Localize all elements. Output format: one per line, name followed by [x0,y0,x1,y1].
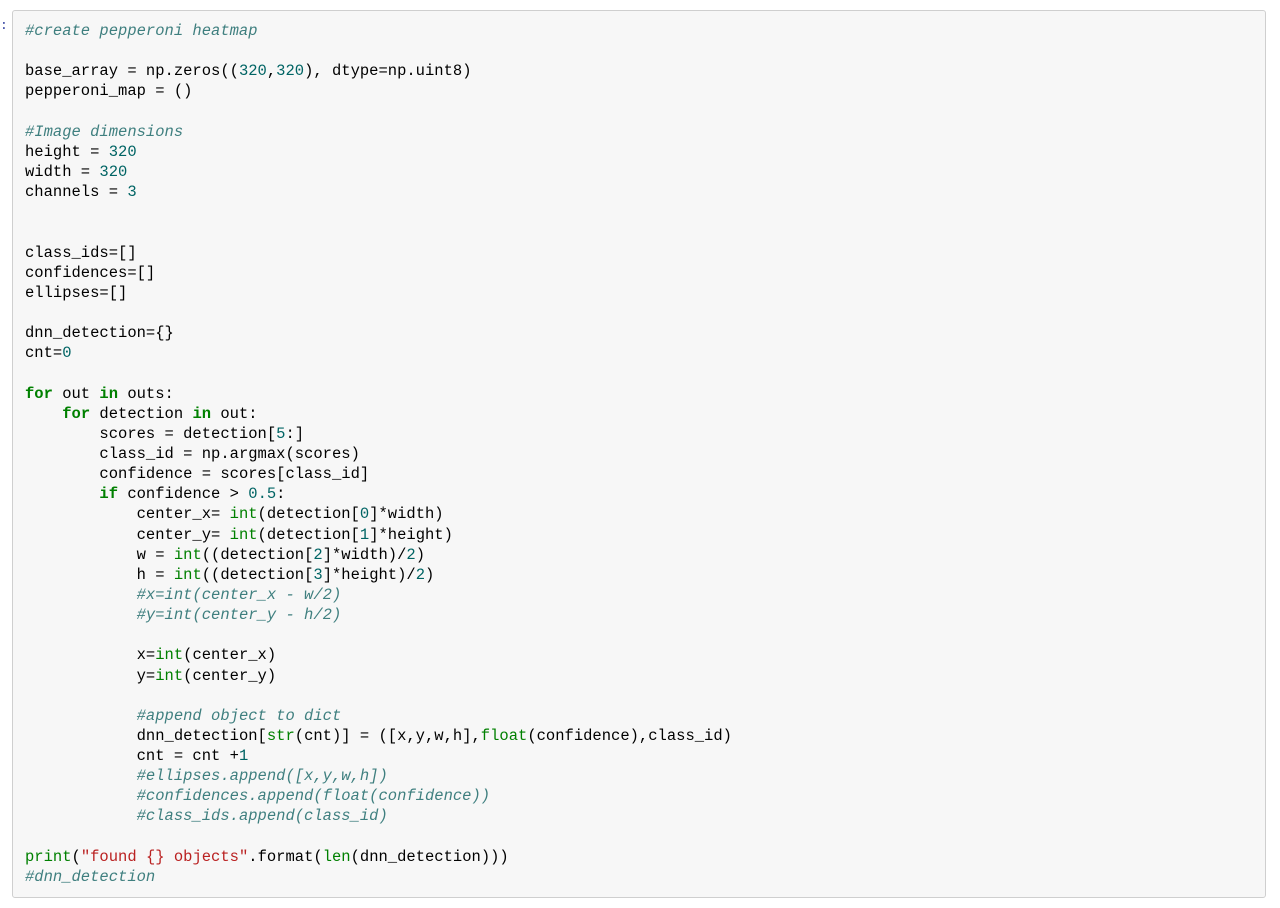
code-text: center_y= [137,526,230,544]
keyword: for [62,405,90,423]
comment: #ellipses.append([x,y,w,h]) [137,767,388,785]
number: 0.5 [248,485,276,503]
code-text: ), dtype=np.uint8) [304,62,471,80]
comment: #confidences.append(float(confidence)) [137,787,490,805]
builtin: int [155,646,183,664]
code-text: ]*width) [369,505,443,523]
code-text: confidence = scores[class_id] [99,465,369,483]
code-text: ]*height) [369,526,453,544]
builtin: int [155,667,183,685]
comment: #x=int(center_x - w/2) [137,586,342,604]
number: 320 [276,62,304,80]
code-text: height = [25,143,109,161]
code-text: ellipses=[] [25,284,127,302]
builtin: str [267,727,295,745]
code-text: class_ids=[] [25,244,137,262]
code-text: class_id = np.argmax(scores) [99,445,359,463]
code-text: confidence > [118,485,248,503]
keyword: for [25,385,53,403]
number: 320 [109,143,137,161]
code-text: (center_x) [183,646,276,664]
code-text: (dnn_detection))) [351,848,509,866]
builtin: int [230,505,258,523]
number: 3 [313,566,322,584]
number: 3 [127,183,136,201]
code-text: ((detection[ [202,546,314,564]
code-text: .format( [248,848,322,866]
string: "found {} objects" [81,848,248,866]
code-text: confidences=[] [25,264,155,282]
code-text: w = [137,546,174,564]
code-text: h = [137,566,174,584]
code-text: (center_y) [183,667,276,685]
code-text: ((detection[ [202,566,314,584]
code-text: (detection[ [258,505,360,523]
input-prompt: : [0,10,6,33]
code-text: detection [90,405,192,423]
code-text: cnt = cnt + [137,747,239,765]
comment: #class_ids.append(class_id) [137,807,388,825]
keyword: if [99,485,118,503]
comment: #dnn_detection [25,868,155,886]
code-text: y= [137,667,156,685]
code-text: dnn_detection[ [137,727,267,745]
code-text: pepperoni_map = () [25,82,192,100]
code-text: (confidence),class_id) [527,727,732,745]
code-text: out [53,385,100,403]
prompt-colon: : [0,18,6,33]
number: 320 [239,62,267,80]
builtin: print [25,848,72,866]
comment: #append object to dict [137,707,342,725]
code-text: ) [425,566,434,584]
number: 2 [406,546,415,564]
code-content[interactable]: #create pepperoni heatmap base_array = n… [25,21,1253,887]
code-text: x= [137,646,156,664]
number: 2 [416,566,425,584]
notebook-cell-container: : #create pepperoni heatmap base_array =… [0,0,1280,908]
code-text: dnn_detection={} [25,324,174,342]
comment: #create pepperoni heatmap [25,22,258,40]
code-text: channels = [25,183,127,201]
code-text: (cnt)] = ([x,y,w,h], [295,727,481,745]
number: 320 [99,163,127,181]
comment: #y=int(center_y - h/2) [137,606,342,624]
code-cell: : #create pepperoni heatmap base_array =… [0,10,1266,898]
number: 0 [62,344,71,362]
code-text: ( [72,848,81,866]
code-text: center_x= [137,505,230,523]
number: 1 [360,526,369,544]
number: 2 [313,546,322,564]
keyword: in [192,405,211,423]
builtin: float [481,727,528,745]
code-text: out: [211,405,258,423]
code-text: (detection[ [258,526,360,544]
code-text: ]*width)/ [323,546,407,564]
builtin: len [323,848,351,866]
number: 1 [239,747,248,765]
comment: #Image dimensions [25,123,183,141]
code-text: width = [25,163,99,181]
code-text: cnt= [25,344,62,362]
number: 0 [360,505,369,523]
keyword: in [99,385,118,403]
code-text: , [267,62,276,80]
builtin: int [174,546,202,564]
builtin: int [230,526,258,544]
builtin: int [174,566,202,584]
code-text: scores = detection[ [99,425,276,443]
code-text: outs: [118,385,174,403]
code-text: ) [416,546,425,564]
code-text: :] [285,425,304,443]
code-input-area[interactable]: #create pepperoni heatmap base_array = n… [12,10,1266,898]
code-text: ]*height)/ [323,566,416,584]
code-text: base_array = np.zeros(( [25,62,239,80]
code-text: : [276,485,285,503]
